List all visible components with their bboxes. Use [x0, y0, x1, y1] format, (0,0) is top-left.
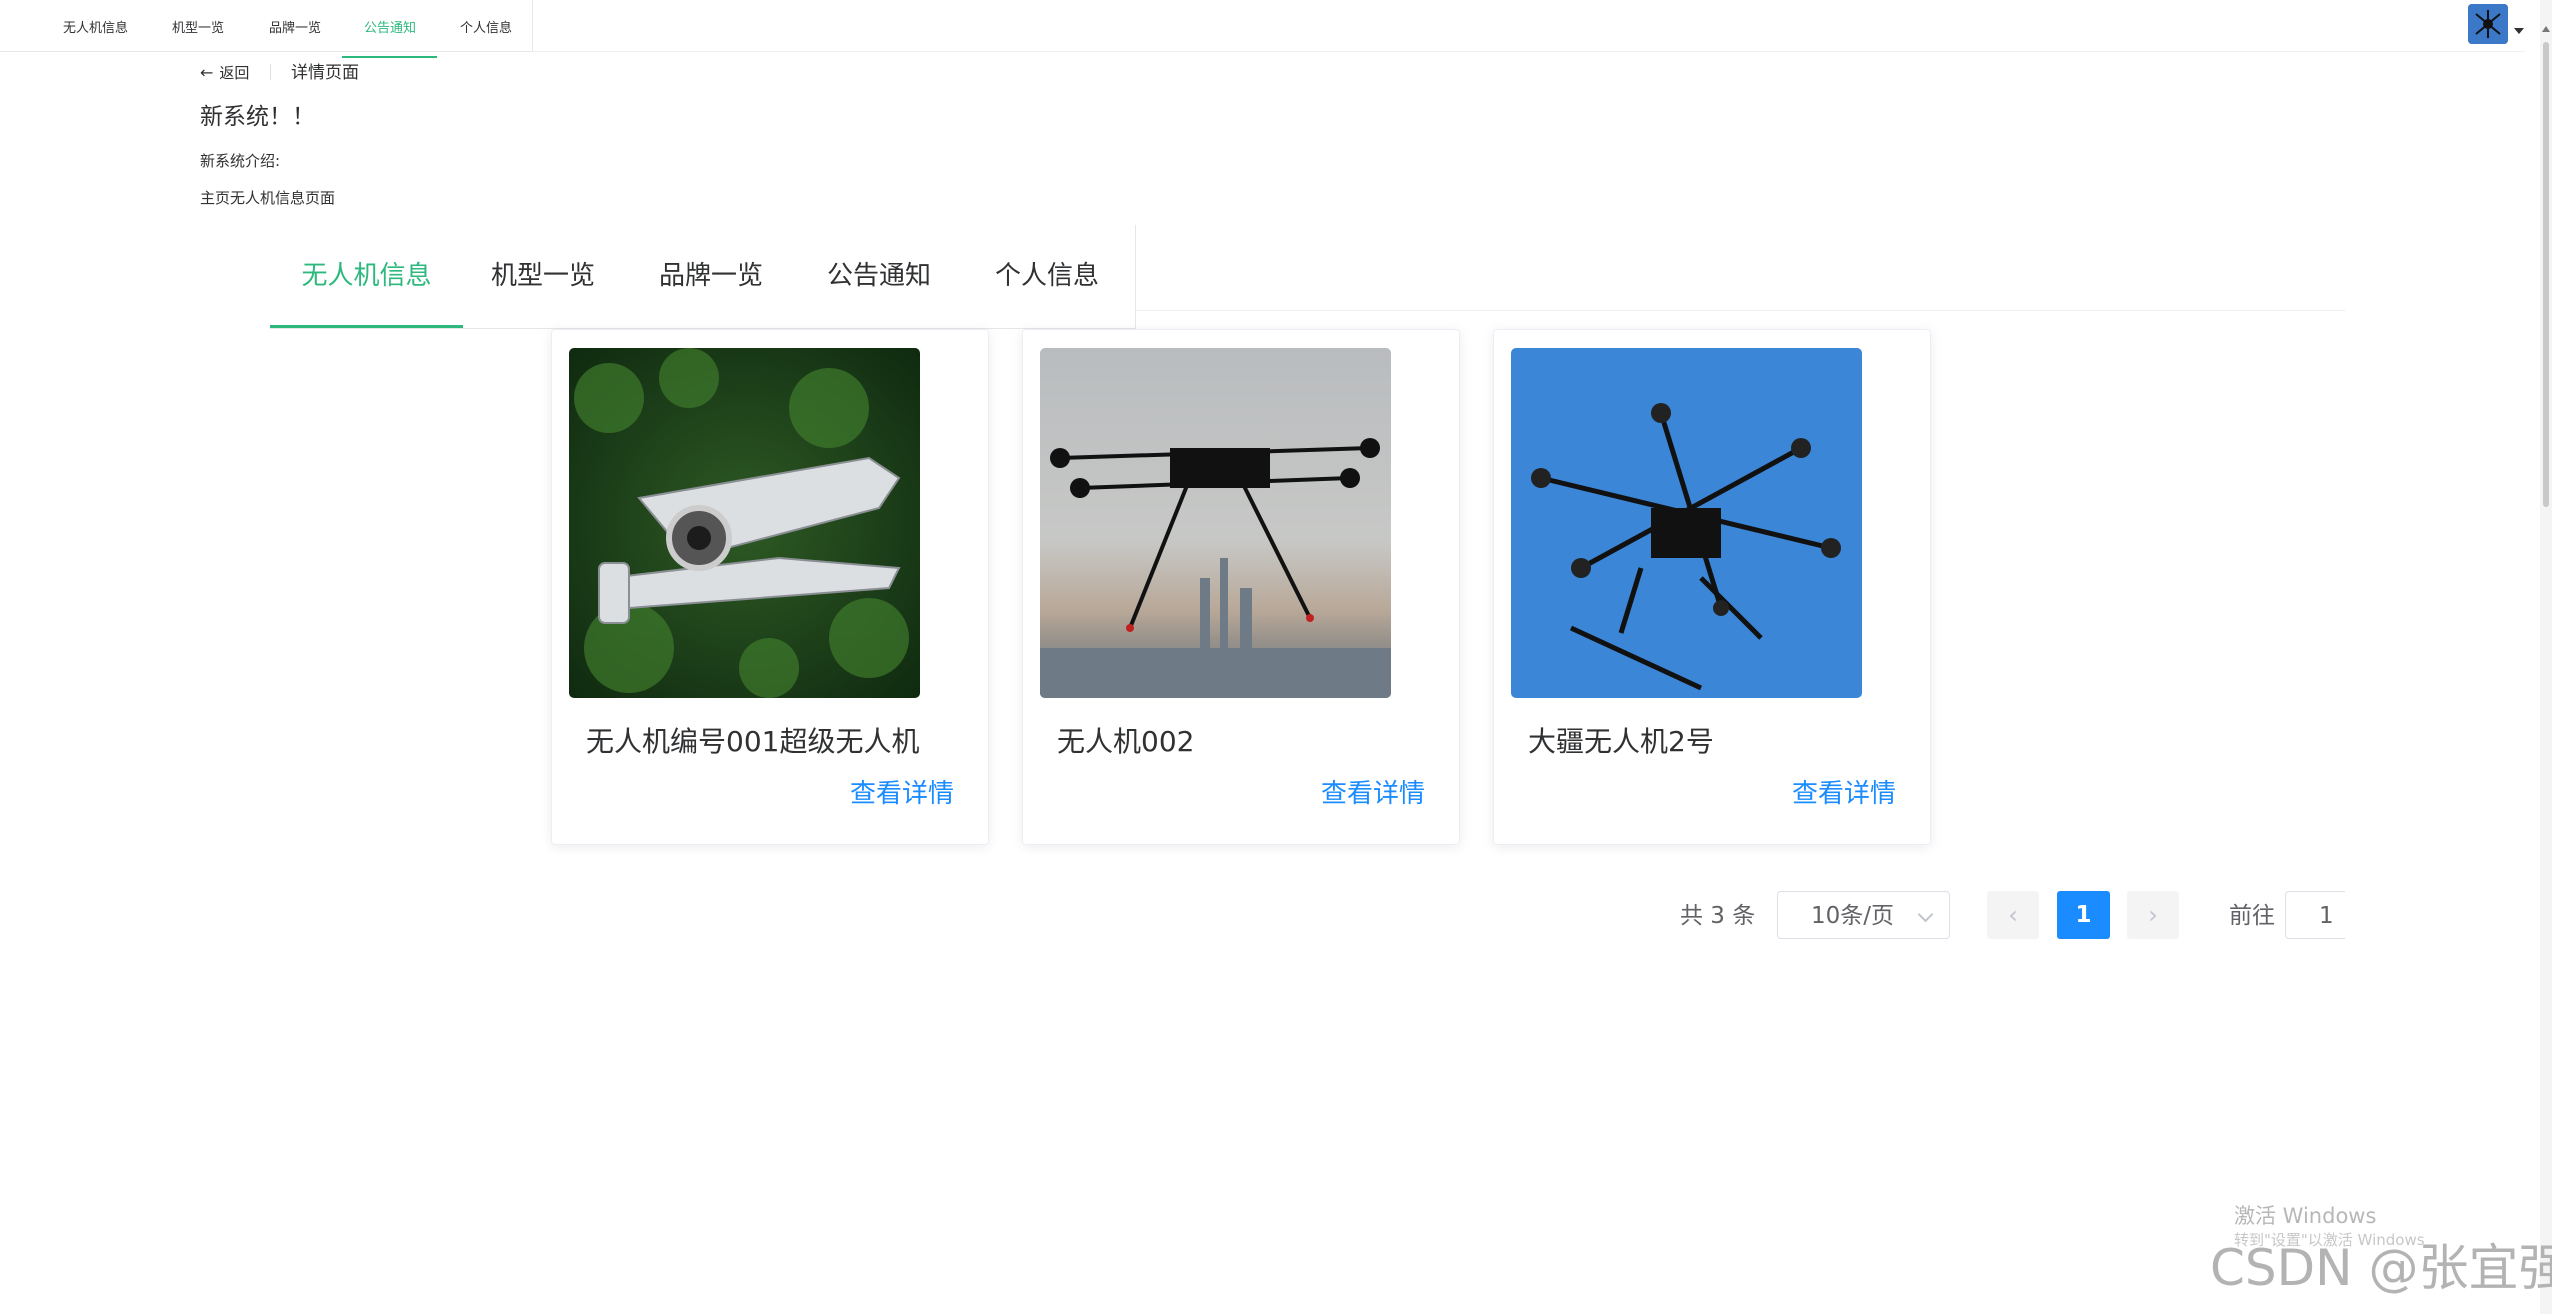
drone-name: 无人机002: [1057, 725, 1195, 758]
goto-label: 前往: [2229, 903, 2275, 929]
pagination-total: 共 3 条: [1680, 903, 1756, 929]
black-hexacopter-drone-photo: [1040, 348, 1391, 698]
drone-avatar-icon: [2468, 4, 2508, 44]
page-number-current[interactable]: 1: [2057, 891, 2110, 939]
nav-active-indicator: [342, 56, 437, 58]
nav-item-drone-info[interactable]: 无人机信息: [58, 0, 133, 51]
tab-active-indicator: [270, 325, 463, 328]
csdn-watermark: CSDN @张宜强: [2210, 1239, 2552, 1297]
windows-activation-title: 激活 Windows: [2234, 1204, 2377, 1228]
page-size-select[interactable]: 10条/页: [1777, 891, 1950, 939]
drone-card: 无人机编号001超级无人机 查看详情: [551, 329, 989, 845]
arrow-left-icon: ←: [200, 63, 214, 82]
notice-intro: 新系统介绍:: [200, 152, 281, 170]
tab-profile[interactable]: 个人信息: [984, 225, 1110, 325]
nav-item-notices[interactable]: 公告通知: [360, 0, 420, 51]
next-page-button[interactable]: ›: [2127, 891, 2179, 939]
tab-models[interactable]: 机型一览: [480, 225, 606, 325]
view-details-link[interactable]: 查看详情: [850, 777, 954, 811]
top-navigation-menu: 无人机信息 机型一览 品牌一览 公告通知 个人信息: [0, 0, 533, 58]
drone-card: 无人机002 查看详情: [1022, 329, 1460, 845]
caret-down-icon[interactable]: [2514, 28, 2524, 34]
back-label: 返回: [219, 64, 250, 82]
drone-card: 大疆无人机2号 查看详情: [1493, 329, 1931, 845]
black-octocopter-drone-photo: [1511, 348, 1862, 698]
white-quadcopter-drone-photo: [569, 348, 920, 698]
scroll-up-icon[interactable]: [2542, 26, 2550, 32]
prev-page-button[interactable]: ‹: [1987, 891, 2039, 939]
tab-brands[interactable]: 品牌一览: [648, 225, 774, 325]
header-divider: [532, 51, 2525, 52]
nav-item-models[interactable]: 机型一览: [168, 0, 228, 51]
drone-image: [569, 348, 920, 698]
drone-name: 大疆无人机2号: [1528, 725, 1714, 758]
scrollbar-thumb[interactable]: [2543, 42, 2549, 507]
page-size-value: 10条/页: [1811, 903, 1895, 929]
page-header-content: 详情页面: [291, 63, 359, 83]
chevron-right-icon: ›: [2148, 901, 2158, 929]
chevron-down-icon: [1917, 906, 1934, 923]
notice-title: 新系统！！: [200, 104, 315, 130]
drone-name: 无人机编号001超级无人机: [586, 725, 920, 758]
chevron-left-icon: ‹: [2008, 901, 2018, 929]
tab-notices[interactable]: 公告通知: [816, 225, 942, 325]
nav-item-profile[interactable]: 个人信息: [456, 0, 516, 51]
tab-drone-info[interactable]: 无人机信息: [270, 225, 463, 325]
view-details-link[interactable]: 查看详情: [1321, 777, 1425, 811]
notice-body: 主页无人机信息页面: [200, 189, 336, 207]
user-avatar[interactable]: [2468, 4, 2508, 44]
tabs-divider: [1135, 310, 2346, 311]
goto-page-input[interactable]: 1: [2285, 891, 2345, 939]
back-button[interactable]: ← 返回: [200, 62, 249, 84]
page-header-divider: [270, 64, 271, 80]
drone-image: [1040, 348, 1391, 698]
view-details-link[interactable]: 查看详情: [1792, 777, 1896, 811]
drone-image: [1511, 348, 1862, 698]
content-tabs: 无人机信息 机型一览 品牌一览 公告通知 个人信息: [270, 225, 1136, 329]
nav-item-brands[interactable]: 品牌一览: [265, 0, 325, 51]
